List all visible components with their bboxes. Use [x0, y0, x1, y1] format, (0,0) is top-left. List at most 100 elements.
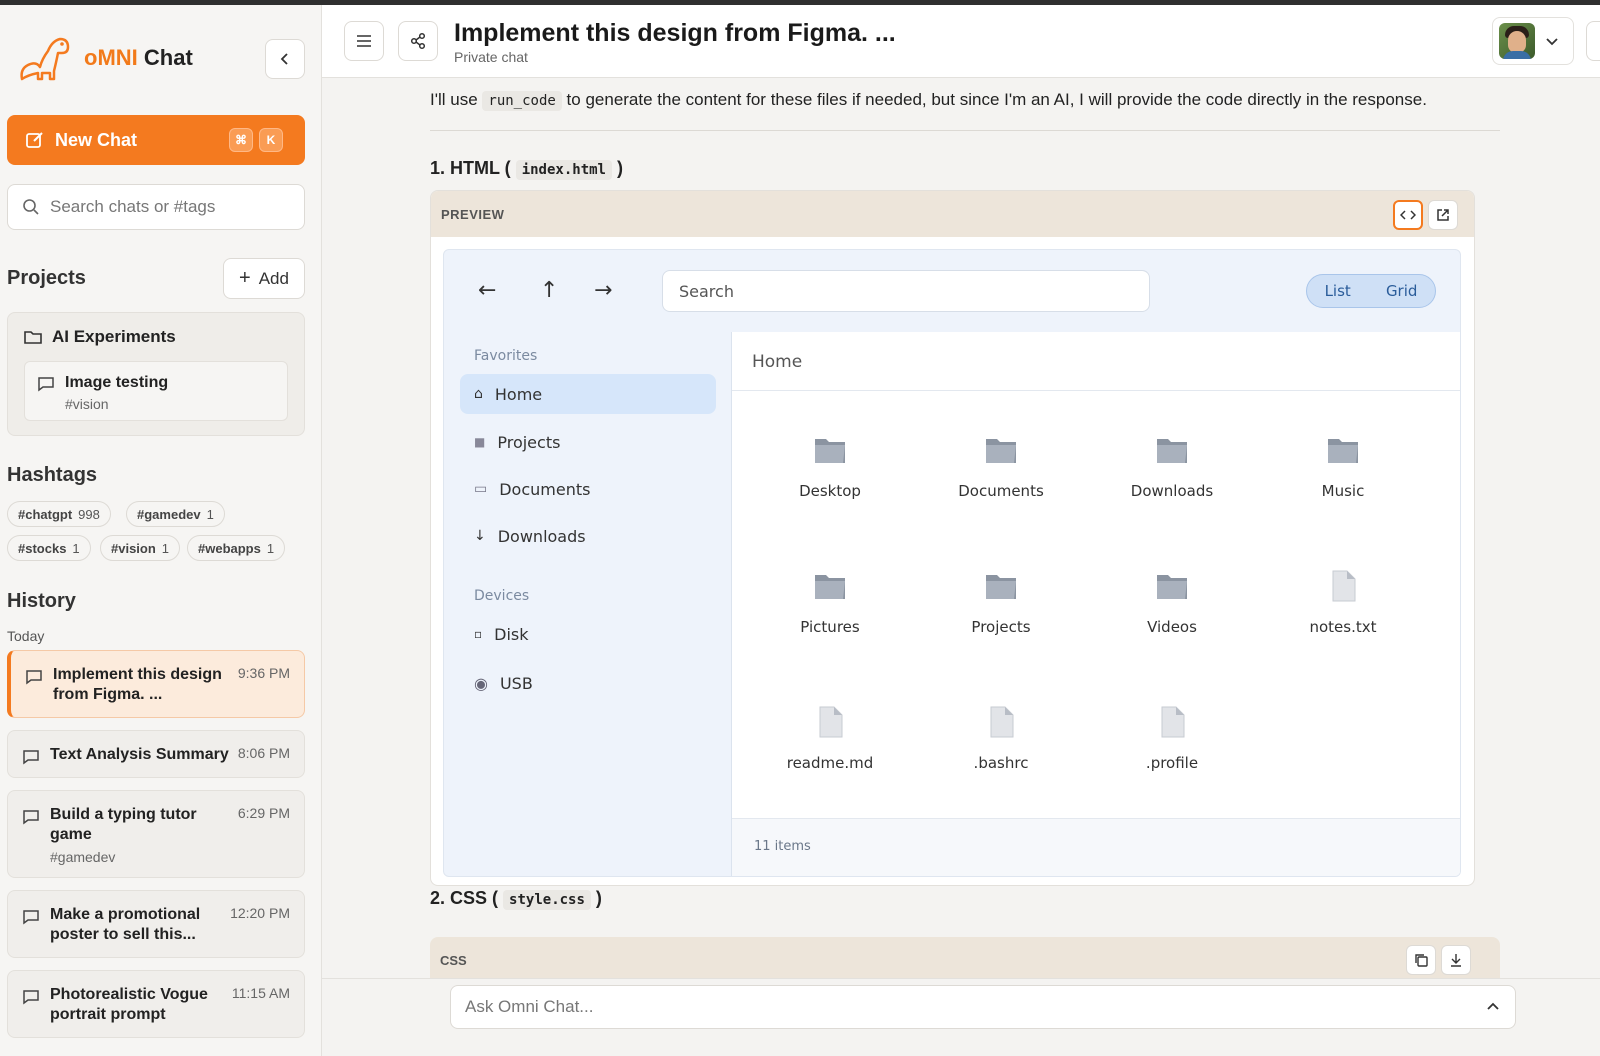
download-icon: ↓ — [474, 528, 486, 544]
fm-nav-disk[interactable]: ▫ Disk — [460, 614, 716, 654]
folder-item[interactable]: Projects — [931, 568, 1071, 636]
file-grid-area: Home Desktop Documents Downloads Music Pictu… — [732, 332, 1460, 876]
favorites-label: Favorites — [474, 348, 538, 364]
file-name: Projects — [971, 618, 1031, 636]
up-arrow-icon[interactable]: ↑ — [540, 278, 558, 303]
fm-nav-projects[interactable]: ■ Projects — [460, 422, 716, 462]
header-extra-button[interactable] — [1586, 21, 1600, 61]
avatar — [1499, 23, 1535, 59]
brand[interactable]: oMNI Chat — [14, 29, 193, 87]
file-item[interactable]: notes.txt — [1273, 568, 1413, 636]
history-item[interactable]: Photorealistic Vogue portrait prompt 11:… — [7, 970, 305, 1038]
hashtag-chip[interactable]: #vision 1 — [100, 535, 181, 561]
item-count: 11 items — [754, 839, 811, 854]
brand-name: oMNI Chat — [84, 45, 193, 70]
add-project-button[interactable]: + Add — [223, 258, 305, 299]
file-name: readme.md — [786, 754, 874, 772]
view-list-button[interactable]: List — [1325, 282, 1351, 300]
download-code-button[interactable] — [1441, 945, 1471, 975]
history-title: Build a typing tutor game — [50, 806, 197, 843]
fm-breadcrumb: Home — [752, 352, 803, 372]
file-icon — [990, 706, 1014, 738]
file-name: Documents — [958, 482, 1044, 500]
file-name: .profile — [1145, 754, 1199, 772]
search-icon — [23, 199, 39, 215]
project-card: AI Experiments Image testing #vision — [7, 312, 305, 436]
hashtag-chip[interactable]: #gamedev 1 — [126, 501, 225, 527]
file-icon — [1332, 570, 1356, 602]
file-item[interactable]: .profile — [1102, 704, 1242, 772]
css-label: CSS — [440, 953, 467, 968]
history-item[interactable]: Text Analysis Summary 8:06 PM — [7, 730, 305, 778]
today-label: Today — [7, 628, 45, 644]
file-search-input[interactable]: Search — [662, 270, 1150, 312]
hashtag-chip[interactable]: #stocks 1 — [7, 535, 91, 561]
file-name: Downloads — [1130, 482, 1214, 500]
disk-icon: ▫ — [474, 627, 483, 641]
file-item[interactable]: readme.md — [760, 704, 900, 772]
chevron-up-icon[interactable] — [1485, 998, 1501, 1014]
search-chats-input[interactable]: Search chats or #tags — [7, 184, 305, 230]
history-title: History — [7, 590, 76, 612]
file-manager-preview: ← ↑ → Search List Grid Favorites ⌂ Home ■… — [443, 249, 1461, 877]
shortcut-cmd-key: ⌘ — [229, 128, 253, 152]
hashtag-chip[interactable]: #chatgpt 998 — [7, 501, 111, 527]
forward-arrow-icon[interactable]: → — [594, 278, 612, 303]
collapse-sidebar-button[interactable] — [265, 39, 305, 79]
folder-icon — [986, 439, 1016, 463]
menu-button[interactable] — [344, 21, 384, 61]
fm-nav-documents[interactable]: ▭ Documents — [460, 469, 716, 509]
history-item[interactable]: Make a promotional poster to sell this..… — [7, 890, 305, 958]
open-external-button[interactable] — [1428, 200, 1458, 230]
html-preview-panel: PREVIEW ← ↑ → Search List Grid Favorites… — [430, 190, 1475, 886]
chat-subtitle: Private chat — [454, 49, 528, 65]
new-chat-label: New Chat — [55, 129, 138, 150]
document-icon: ▭ — [474, 481, 488, 497]
folder-item[interactable]: Music — [1273, 432, 1413, 500]
divider — [732, 390, 1460, 391]
project-chat-item[interactable]: Image testing #vision — [24, 361, 288, 421]
back-arrow-icon[interactable]: ← — [478, 278, 496, 303]
chat-bubble-icon — [26, 670, 42, 685]
history-time: 6:29 PM — [237, 805, 290, 821]
view-code-button[interactable] — [1393, 200, 1423, 230]
history-item-active[interactable]: Implement this design from Figma. ... 9:… — [7, 650, 305, 718]
folder-item[interactable]: Documents — [931, 432, 1071, 500]
fm-nav-downloads[interactable]: ↓ Downloads — [460, 516, 716, 556]
file-icon — [1161, 706, 1185, 738]
fm-nav-home[interactable]: ⌂ Home — [460, 374, 716, 414]
view-grid-button[interactable]: Grid — [1386, 282, 1417, 300]
fm-nav-usb[interactable]: ◉ USB — [460, 663, 716, 703]
search-placeholder: Search chats or #tags — [50, 197, 216, 216]
folder-item[interactable]: Downloads — [1102, 432, 1242, 500]
folder-icon — [815, 575, 845, 599]
chat-bubble-icon — [23, 990, 39, 1005]
folder-icon — [24, 331, 42, 344]
file-item[interactable]: .bashrc — [931, 704, 1071, 772]
folder-item[interactable]: Pictures — [760, 568, 900, 636]
chat-bubble-icon — [38, 377, 54, 392]
new-chat-button[interactable]: New Chat ⌘ K — [7, 115, 305, 165]
plus-icon: + — [239, 267, 251, 289]
hamburger-menu-icon — [357, 35, 371, 47]
share-button[interactable] — [398, 21, 438, 61]
hashtag-chip[interactable]: #webapps 1 — [187, 535, 286, 561]
folder-item[interactable]: Videos — [1102, 568, 1242, 636]
preview-toolbar: PREVIEW — [431, 191, 1474, 237]
folder-icon — [1328, 439, 1358, 463]
history-item[interactable]: Build a typing tutor game 6:29 PM #gamed… — [7, 790, 305, 878]
file-name: Desktop — [799, 482, 861, 500]
file-name: .bashrc — [973, 754, 1029, 772]
folder-item[interactable]: Desktop — [760, 432, 900, 500]
project-ai-experiments[interactable]: AI Experiments — [24, 327, 176, 347]
history-time: 11:15 AM — [231, 985, 290, 1001]
usb-icon: ◉ — [474, 673, 488, 693]
history-time: 9:36 PM — [237, 665, 290, 681]
profile-menu[interactable] — [1492, 17, 1574, 65]
copy-code-button[interactable] — [1406, 945, 1436, 975]
square-icon: ■ — [474, 435, 486, 449]
file-name: Videos — [1147, 618, 1197, 636]
history-title: Text Analysis Summary — [50, 746, 229, 763]
message-input[interactable]: Ask Omni Chat... — [450, 985, 1516, 1029]
chevron-left-icon — [280, 53, 288, 65]
